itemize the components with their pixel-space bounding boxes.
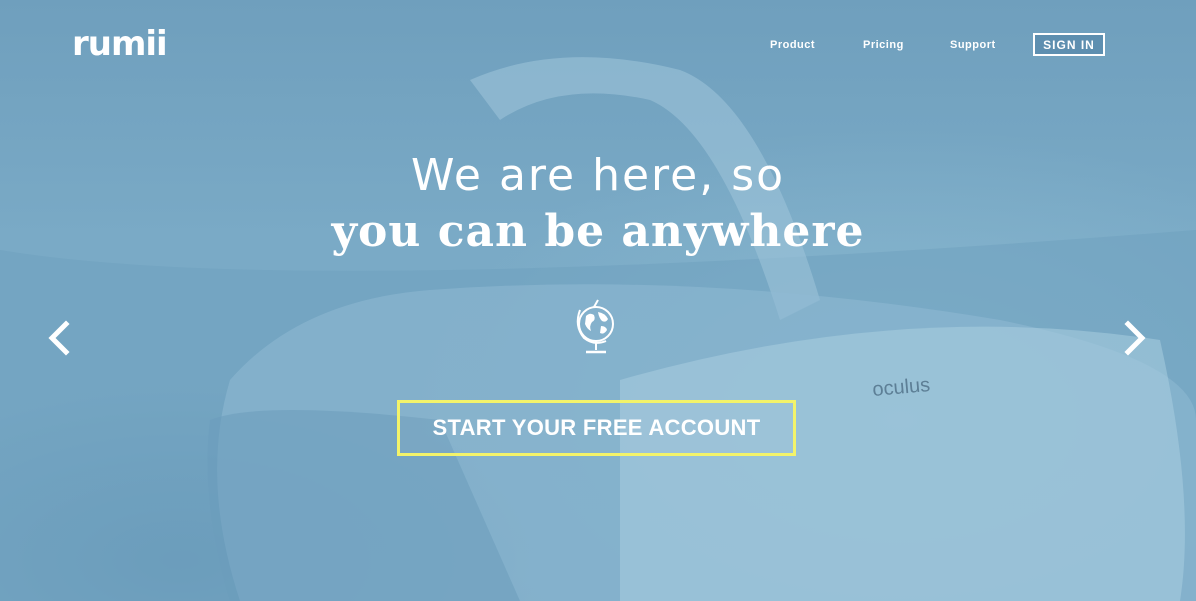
nav-support-link[interactable]: Support xyxy=(950,39,996,51)
sign-in-button[interactable]: SIGN IN xyxy=(1033,33,1105,56)
nav-pricing-link[interactable]: Pricing xyxy=(863,39,904,51)
hero-section: oculus rumii Product Pricing Support SIG… xyxy=(0,0,1196,601)
chevron-right-icon[interactable] xyxy=(1120,318,1150,358)
hero-headline-line1: We are here, so xyxy=(410,150,786,201)
globe-icon xyxy=(576,299,614,354)
hero-headline-line2: you can be anywhere xyxy=(331,206,865,257)
top-nav: Product Pricing Support SIGN IN xyxy=(0,33,1196,59)
chevron-left-icon[interactable] xyxy=(44,318,74,358)
start-free-account-button[interactable]: START YOUR FREE ACCOUNT xyxy=(397,400,796,456)
nav-product-link[interactable]: Product xyxy=(770,39,815,51)
